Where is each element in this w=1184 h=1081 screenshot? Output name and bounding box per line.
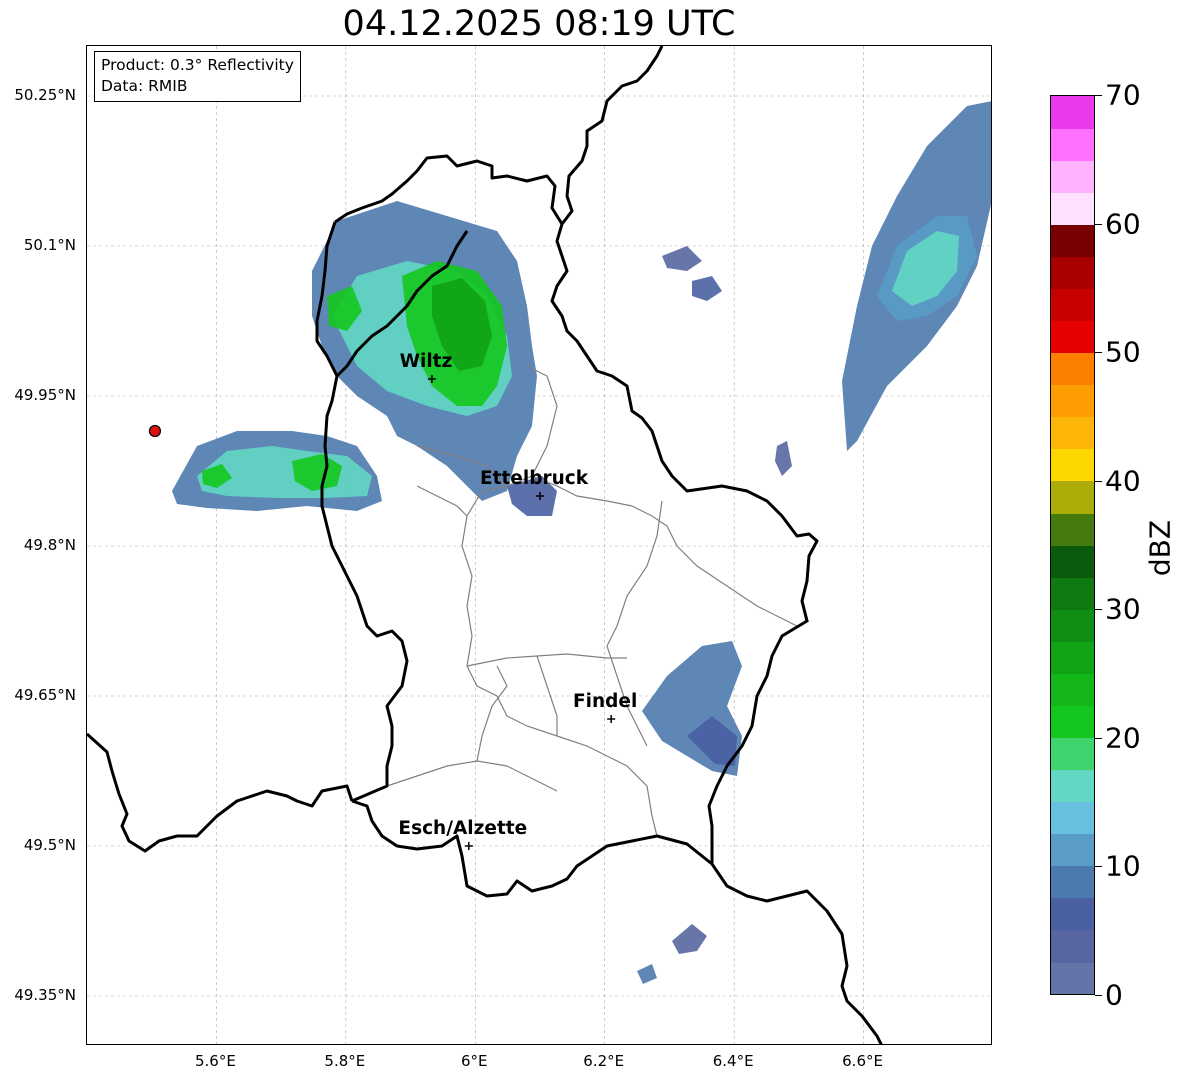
colorbar-tick-label: 10	[1105, 849, 1141, 883]
lat-tick-label: 49.5°N	[23, 836, 76, 854]
colorbar-tick-mark	[1095, 223, 1102, 225]
lat-tick-label: 50.1°N	[23, 236, 76, 254]
colorbar-tick-mark	[1095, 352, 1102, 354]
country-borders	[87, 46, 883, 1044]
colorbar-segment	[1051, 288, 1094, 322]
lon-tick-label: 5.8°E	[324, 1052, 366, 1070]
colorbar-tick-mark	[1095, 737, 1102, 739]
colorbar-tick-mark	[1095, 866, 1102, 868]
colorbar-segment	[1051, 897, 1094, 931]
colorbar-segment	[1051, 801, 1094, 835]
colorbar-segment	[1051, 961, 1094, 994]
lat-tick-label: 49.8°N	[23, 536, 76, 554]
colorbar-tick-mark	[1095, 95, 1102, 96]
map-title: 04.12.2025 08:19 UTC	[342, 4, 736, 44]
colorbar-segment	[1051, 256, 1094, 289]
lat-tick-label: 50.25°N	[14, 86, 76, 104]
lon-tick-label: 6°E	[461, 1052, 488, 1070]
lon-tick-label: 6.4°E	[712, 1052, 754, 1070]
radar-site-marker	[148, 424, 162, 438]
colorbar-tick-mark	[1095, 995, 1102, 996]
colorbar-segment	[1051, 609, 1094, 642]
lat-tick-label: 49.35°N	[14, 986, 76, 1004]
lat-tick-label: 49.95°N	[14, 386, 76, 404]
colorbar-segment	[1051, 512, 1094, 546]
city-marker	[607, 715, 616, 723]
city-label: Esch/Alzette	[398, 818, 528, 839]
colorbar-label: dBZ	[1143, 519, 1177, 577]
city-label: Findel	[573, 691, 638, 712]
lon-tick-label: 6.2°E	[583, 1052, 625, 1070]
colorbar-segment	[1051, 641, 1094, 674]
colorbar-segment	[1051, 577, 1094, 610]
lat-tick-label: 49.65°N	[14, 686, 76, 704]
data-source-label: Data: RMIB	[101, 77, 188, 95]
echo-area	[637, 964, 657, 984]
colorbar-segment	[1051, 929, 1094, 963]
colorbar-segment	[1051, 673, 1094, 706]
colorbar-segment	[1051, 833, 1094, 867]
radar-echoes	[172, 101, 991, 984]
colorbar-segment	[1051, 96, 1094, 129]
lon-tick-label: 5.6°E	[195, 1052, 236, 1070]
colorbar-segment	[1051, 320, 1094, 354]
colorbar-tick-label: 40	[1105, 464, 1141, 498]
colorbar-tick-label: 60	[1105, 207, 1141, 241]
colorbar-segment	[1051, 480, 1094, 514]
city-marker	[464, 842, 473, 850]
echo-area	[692, 276, 722, 301]
echo-area	[662, 246, 702, 271]
colorbar-segment	[1051, 416, 1094, 450]
colorbar	[1050, 95, 1095, 995]
colorbar-segment	[1051, 769, 1094, 803]
product-label: Product: 0.3° Reflectivity	[101, 56, 294, 74]
city-label: Wiltz	[399, 351, 453, 372]
product-info-box: Product: 0.3° Reflectivity Data: RMIB	[94, 51, 301, 102]
colorbar-tick-mark	[1095, 609, 1102, 611]
colorbar-segment	[1051, 128, 1094, 161]
colorbar-segment	[1051, 384, 1094, 418]
colorbar-segment	[1051, 737, 1094, 771]
colorbar-segment	[1051, 545, 1094, 578]
colorbar-tick-label: 0	[1105, 978, 1123, 1012]
radar-map[interactable]	[86, 45, 992, 1045]
colorbar-tick-label: 70	[1105, 78, 1141, 112]
echo-area	[775, 441, 792, 476]
echo-area	[672, 924, 707, 954]
colorbar-tick-mark	[1095, 480, 1102, 482]
colorbar-segment	[1051, 352, 1094, 386]
colorbar-segment	[1051, 448, 1094, 482]
colorbar-tick-label: 50	[1105, 335, 1141, 369]
city-label: Ettelbruck	[479, 468, 589, 489]
gridlines	[87, 46, 991, 1044]
lon-tick-label: 6.6°E	[842, 1052, 883, 1070]
colorbar-tick-label: 30	[1105, 592, 1141, 626]
colorbar-segment	[1051, 160, 1094, 193]
colorbar-segment	[1051, 224, 1094, 257]
colorbar-segment	[1051, 705, 1094, 738]
colorbar-tick-label: 20	[1105, 721, 1141, 755]
colorbar-segment	[1051, 192, 1094, 225]
colorbar-segment	[1051, 865, 1094, 899]
